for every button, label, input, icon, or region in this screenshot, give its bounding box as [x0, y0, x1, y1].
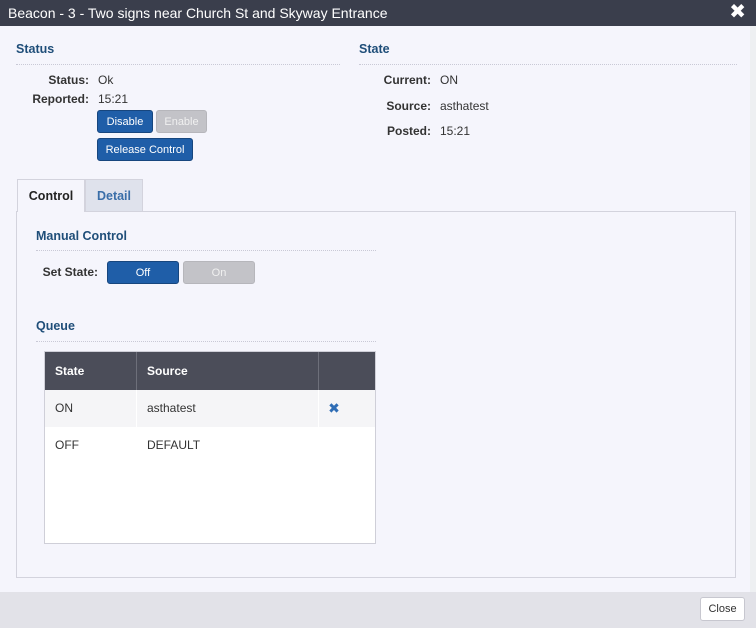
- dialog-title: Beacon - 3 - Two signs near Church St an…: [8, 5, 388, 21]
- state-divider: [359, 64, 737, 65]
- tab-control[interactable]: Control: [17, 179, 85, 212]
- column-header-actions: [319, 352, 375, 390]
- manual-control-divider: [36, 250, 376, 251]
- table-row[interactable]: ON asthatest ✖: [45, 390, 375, 427]
- row-state-cell: ON: [45, 390, 137, 427]
- queue-table-header: State Source: [45, 352, 375, 390]
- set-state-label: Set State:: [42, 265, 98, 279]
- source-label: Source:: [386, 99, 431, 113]
- status-label: Status:: [48, 73, 89, 87]
- row-state-cell: OFF: [55, 438, 79, 452]
- enable-button[interactable]: Enable: [156, 110, 207, 133]
- column-header-source[interactable]: Source: [137, 352, 319, 390]
- reported-value: 15:21: [98, 92, 129, 106]
- current-label: Current:: [383, 73, 431, 87]
- title-bar: Beacon - 3 - Two signs near Church St an…: [0, 0, 756, 26]
- queue-heading: Queue: [36, 319, 75, 333]
- row-source-cell: asthatest: [137, 390, 319, 427]
- disable-button[interactable]: Disable: [97, 110, 153, 133]
- table-row[interactable]: OFF DEFAULT: [45, 427, 375, 464]
- close-icon[interactable]: ✖: [729, 1, 746, 23]
- set-off-button[interactable]: Off: [107, 261, 179, 284]
- row-source-cell: DEFAULT: [147, 438, 201, 452]
- release-control-button[interactable]: Release Control: [97, 138, 193, 161]
- manual-control-heading: Manual Control: [36, 229, 127, 243]
- current-value: ON: [440, 73, 458, 87]
- beacon-dialog: Beacon - 3 - Two signs near Church St an…: [0, 0, 756, 628]
- source-value: asthatest: [440, 99, 489, 113]
- tab-detail[interactable]: Detail: [85, 179, 143, 212]
- status-value: Ok: [98, 73, 114, 87]
- dialog-footer: [0, 592, 756, 628]
- status-heading: Status: [16, 42, 55, 56]
- column-header-state[interactable]: State: [45, 352, 137, 390]
- reported-label: Reported:: [32, 92, 89, 106]
- posted-label: Posted:: [386, 124, 431, 138]
- queue-divider: [36, 341, 376, 342]
- set-on-button[interactable]: On: [183, 261, 255, 284]
- state-heading: State: [359, 42, 390, 56]
- vertical-scrollbar[interactable]: [750, 26, 756, 592]
- status-divider: [16, 64, 340, 65]
- posted-value: 15:21: [440, 124, 471, 138]
- close-button[interactable]: Close: [700, 597, 745, 621]
- queue-table: State Source ON asthatest ✖ OFF DEFAULT: [44, 351, 376, 544]
- remove-icon[interactable]: ✖: [323, 390, 345, 427]
